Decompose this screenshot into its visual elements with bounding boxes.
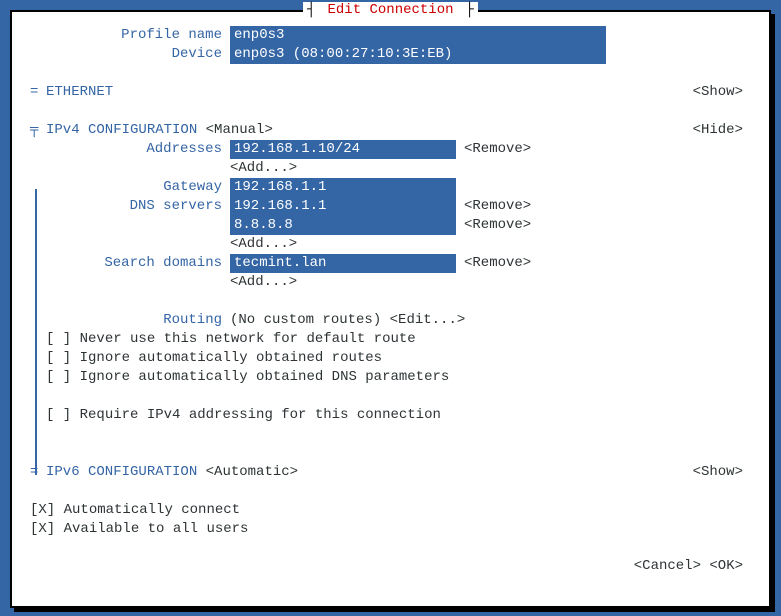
- dns-add-button[interactable]: <Add...>: [230, 235, 297, 254]
- dialog-title: Edit Connection: [319, 2, 461, 18]
- dialog-frame: ┤Edit Connection├ Profile name enp0s3 De…: [10, 10, 771, 608]
- ipv4-marker: ╤: [30, 121, 46, 140]
- ipv6-show-button[interactable]: <Show>: [693, 463, 751, 482]
- ipv4-vertical-bar: [35, 189, 37, 475]
- ipv4-checkbox-0[interactable]: [ ] Never use this network for default r…: [46, 331, 416, 347]
- search-input-0[interactable]: tecmint.lan: [230, 254, 456, 273]
- search-domains-label: Search domains: [30, 254, 230, 273]
- ok-button[interactable]: <OK>: [709, 558, 743, 574]
- dns-input-0[interactable]: 192.168.1.1: [230, 197, 456, 216]
- gateway-label: Gateway: [30, 178, 230, 197]
- ipv4-checkbox-1[interactable]: [ ] Ignore automatically obtained routes: [46, 350, 382, 366]
- profile-name-label: Profile name: [30, 26, 230, 45]
- title-bar: ┤Edit Connection├: [12, 2, 769, 18]
- device-label: Device: [30, 45, 230, 64]
- ipv4-hide-button[interactable]: <Hide>: [693, 121, 751, 140]
- ipv6-marker: =: [30, 463, 46, 482]
- routing-label: Routing: [30, 311, 230, 330]
- routing-edit-button[interactable]: <Edit...>: [390, 311, 466, 330]
- search-add-button[interactable]: <Add...>: [230, 273, 297, 292]
- ipv6-title: IPv6 CONFIGURATION: [46, 463, 197, 482]
- all-users-checkbox[interactable]: [X] Available to all users: [30, 520, 248, 539]
- search-remove-0[interactable]: <Remove>: [464, 254, 531, 273]
- ethernet-title: ETHERNET: [46, 83, 113, 102]
- ipv4-mode-select[interactable]: <Manual>: [206, 121, 273, 140]
- dns-label: DNS servers: [30, 197, 230, 216]
- ipv6-mode-select[interactable]: <Automatic>: [206, 463, 298, 482]
- auto-connect-checkbox[interactable]: [X] Automatically connect: [30, 501, 240, 520]
- ethernet-marker: =: [30, 83, 46, 102]
- dns-input-1[interactable]: 8.8.8.8: [230, 216, 456, 235]
- ipv4-checkbox-2[interactable]: [ ] Ignore automatically obtained DNS pa…: [46, 369, 449, 385]
- dns-remove-0[interactable]: <Remove>: [464, 197, 531, 216]
- device-input[interactable]: enp0s3 (08:00:27:10:3E:EB): [230, 45, 606, 64]
- profile-name-input[interactable]: enp0s3: [230, 26, 606, 45]
- address-remove-0[interactable]: <Remove>: [464, 140, 531, 159]
- address-add-button[interactable]: <Add...>: [230, 159, 297, 178]
- gateway-input[interactable]: 192.168.1.1: [230, 178, 456, 197]
- ipv4-title: IPv4 CONFIGURATION: [46, 121, 197, 140]
- address-input-0[interactable]: 192.168.1.10/24: [230, 140, 456, 159]
- cancel-button[interactable]: <Cancel>: [634, 558, 701, 574]
- addresses-label: Addresses: [30, 140, 230, 159]
- ipv4-require-checkbox[interactable]: [ ] Require IPv4 addressing for this con…: [46, 407, 441, 423]
- routing-text: (No custom routes): [230, 311, 381, 330]
- ethernet-show-button[interactable]: <Show>: [693, 83, 751, 102]
- dns-remove-1[interactable]: <Remove>: [464, 216, 531, 235]
